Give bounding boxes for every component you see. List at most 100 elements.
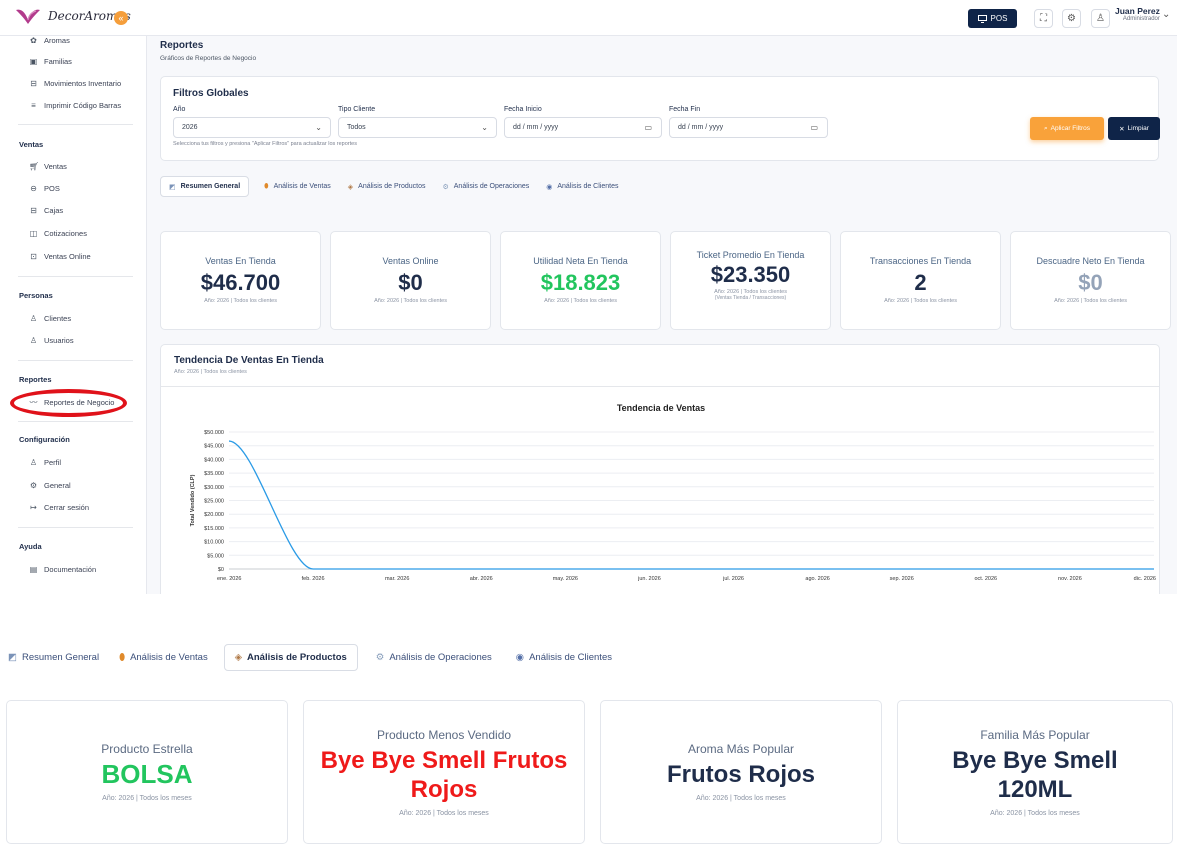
- x-tick-label: abr. 2026: [470, 576, 493, 582]
- sidebar-item-cerrar-sesion[interactable]: ↦ Cerrar sesión: [29, 503, 89, 512]
- apply-filters-button[interactable]: ⌕ Aplicar Filtros: [1030, 117, 1104, 140]
- chart-icon: ◩: [169, 183, 176, 191]
- sidebar-item-cajas[interactable]: ⊟ Cajas: [29, 206, 63, 215]
- tab-label: Análisis de Clientes: [529, 652, 612, 663]
- gear-icon: ⚙: [29, 481, 38, 490]
- year-select[interactable]: 2026 ⌄: [173, 117, 331, 138]
- sidebar-item-label: Aromas: [44, 36, 70, 45]
- sidebar-item-label: Cotizaciones: [44, 229, 87, 238]
- tab-analisis-productos[interactable]: ◈ Análisis de Productos: [348, 183, 426, 191]
- tab-analisis-ventas[interactable]: ⬮ Análisis de Ventas: [264, 183, 331, 191]
- kpi-subtitle: Año: 2026 | Todos los clientes: [884, 298, 957, 304]
- sidebar-item-label: Usuarios: [44, 336, 74, 345]
- y-axis-label: Total Vendido (CLP): [190, 474, 196, 526]
- product-card-title: Aroma Más Popular: [687, 742, 795, 756]
- product-card-subtitle: Año: 2026 | Todos los meses: [102, 795, 192, 802]
- sidebar-item-clientes[interactable]: ♙ Clientes: [29, 314, 71, 323]
- sidebar-item-movimientos-inventario[interactable]: ⊟ Movimientos Inventario: [29, 79, 121, 88]
- sidebar-item-ventas[interactable]: 🛒︎ Ventas: [29, 162, 67, 171]
- collapse-sidebar-button[interactable]: «: [114, 11, 128, 25]
- sidebar-item-cotizaciones[interactable]: ◫ Cotizaciones: [29, 229, 87, 238]
- product-card-value: Bye Bye Smell Frutos Rojos: [320, 746, 568, 803]
- x-tick-label: sep. 2026: [890, 576, 914, 582]
- sidebar-item-general[interactable]: ⚙ General: [29, 481, 71, 490]
- pos-icon: ⊖: [30, 184, 37, 193]
- users-icon: ♙: [29, 336, 38, 345]
- y-tick-label: $20.000: [204, 512, 224, 518]
- calendar-icon[interactable]: ▭: [810, 123, 818, 132]
- sidebar-item-perfil[interactable]: ♙ Perfil: [29, 458, 61, 467]
- cart-icon: 🛒︎: [29, 162, 40, 171]
- divider: [18, 124, 133, 125]
- page-subtitle: Gráficos de Reportes de Negocio: [160, 55, 257, 62]
- sidebar-item-label: Ventas: [44, 162, 67, 171]
- main-content: Reportes Gráficos de Reportes de Negocio…: [147, 36, 1177, 594]
- section-title-reportes: Reportes: [19, 375, 52, 384]
- people-icon: ◉: [546, 183, 553, 191]
- sidebar-item-label: Imprimir Código Barras: [44, 101, 122, 110]
- kpi-subtitle: Año: 2026 | Todos los clientes: [544, 298, 617, 304]
- start-date-input[interactable]: dd / mm / yyyy ▭: [504, 117, 662, 138]
- kpi-subtitle: Año: 2026 | Todos los clientes: [374, 298, 447, 304]
- y-tick-label: $5.000: [207, 553, 224, 559]
- sidebar-item-familias[interactable]: ▣ Familias: [29, 57, 72, 66]
- kpi-title: Utilidad Neta En Tienda: [533, 256, 628, 266]
- calendar-icon[interactable]: ▭: [644, 123, 652, 132]
- sidebar-item-documentacion[interactable]: ▤ Documentación: [29, 565, 96, 574]
- sales-trend-title: Tendencia De Ventas En Tienda: [174, 355, 324, 366]
- product-card-subtitle: Año: 2026 | Todos los meses: [399, 809, 489, 817]
- clear-filters-button[interactable]: ✕ Limpiar: [1108, 117, 1160, 140]
- tab-analisis-operaciones[interactable]: ⚙ Análisis de Operaciones: [442, 183, 529, 191]
- user-icon: ♙: [29, 314, 38, 323]
- tab-analisis-clientes[interactable]: ◉ Análisis de Clientes: [546, 183, 618, 191]
- y-tick-label: $10.000: [204, 540, 224, 546]
- aroma-icon: ✿: [30, 36, 37, 45]
- product-analysis-screenshot: ◩ Resumen General ⬮ Análisis de Ventas ◈ An…: [0, 628, 1177, 847]
- tab-label: Análisis de Ventas: [273, 183, 331, 190]
- tab-analisis-clientes[interactable]: ◉ Análisis de Clientes: [516, 652, 612, 663]
- kpi-title: Ventas En Tienda: [205, 256, 276, 266]
- end-date-input[interactable]: dd / mm / yyyy ▭: [669, 117, 828, 138]
- tab-resumen-general[interactable]: ◩ Resumen General: [160, 176, 250, 197]
- sidebar-item-aromas[interactable]: ✿ Aromas: [29, 36, 70, 45]
- x-tick-label: ene. 2026: [217, 576, 241, 582]
- settings-button[interactable]: ⚙: [1062, 9, 1081, 28]
- chevron-down-icon[interactable]: ⌄: [1162, 9, 1170, 20]
- client-type-value: Todos: [347, 124, 366, 131]
- divider: [18, 276, 133, 277]
- tab-label: Análisis de Productos: [358, 183, 426, 190]
- x-tick-label: may. 2026: [553, 576, 578, 582]
- tab-label: Análisis de Operaciones: [453, 183, 530, 190]
- section-title-ayuda: Ayuda: [19, 542, 42, 551]
- sidebar-item-ventas-online[interactable]: ⊡ Ventas Online: [29, 252, 91, 261]
- filters-title: Filtros Globales: [173, 88, 249, 99]
- red-highlight-ellipse: [10, 389, 127, 417]
- box-icon: ◈: [234, 652, 243, 663]
- tab-resumen-general[interactable]: ◩ Resumen General: [8, 652, 99, 663]
- pos-button[interactable]: POS: [968, 9, 1017, 28]
- avatar[interactable]: ♙: [1091, 9, 1110, 28]
- sidebar-item-pos[interactable]: ⊖ POS: [29, 184, 60, 193]
- close-icon: ✕: [1119, 125, 1125, 133]
- chart-icon: ◩: [8, 652, 17, 663]
- tab-analisis-ventas[interactable]: ⬮ Análisis de Ventas: [119, 652, 208, 663]
- logout-icon: ↦: [30, 503, 37, 512]
- sidebar-item-usuarios[interactable]: ♙ Usuarios: [29, 336, 74, 345]
- sidebar-item-label: Clientes: [44, 314, 72, 323]
- user-menu[interactable]: Juan Perez Administrador: [1115, 6, 1160, 22]
- sidebar-item-label: Cerrar sesión: [44, 503, 90, 512]
- product-card-title: Producto Estrella: [101, 742, 193, 756]
- tab-analisis-operaciones[interactable]: ⚙ Análisis de Operaciones: [376, 652, 492, 663]
- client-type-select[interactable]: Todos ⌄: [338, 117, 497, 138]
- money-bag-icon: ⬮: [264, 182, 269, 190]
- tab-analisis-productos[interactable]: ◈ Análisis de Productos: [223, 644, 358, 671]
- fullscreen-button[interactable]: ⛶: [1034, 9, 1053, 28]
- sidebar-item-label: General: [44, 481, 71, 490]
- product-card-subtitle: Año: 2026 | Todos los meses: [990, 809, 1080, 817]
- top-navbar: DecorAromas « POS ⛶ ⚙ ♙ Juan Perez Admin…: [0, 0, 1177, 36]
- start-date-placeholder: dd / mm / yyyy: [513, 124, 559, 131]
- x-tick-label: dic. 2026: [1134, 576, 1156, 582]
- global-filters-card: Filtros Globales Año 2026 ⌄ Tipo Cliente…: [160, 76, 1160, 161]
- sidebar-item-imprimir-codigo-barras[interactable]: ≡ Imprimir Código Barras: [29, 101, 121, 110]
- kpi-note: (Ventas Tienda / Transacciones): [714, 295, 787, 301]
